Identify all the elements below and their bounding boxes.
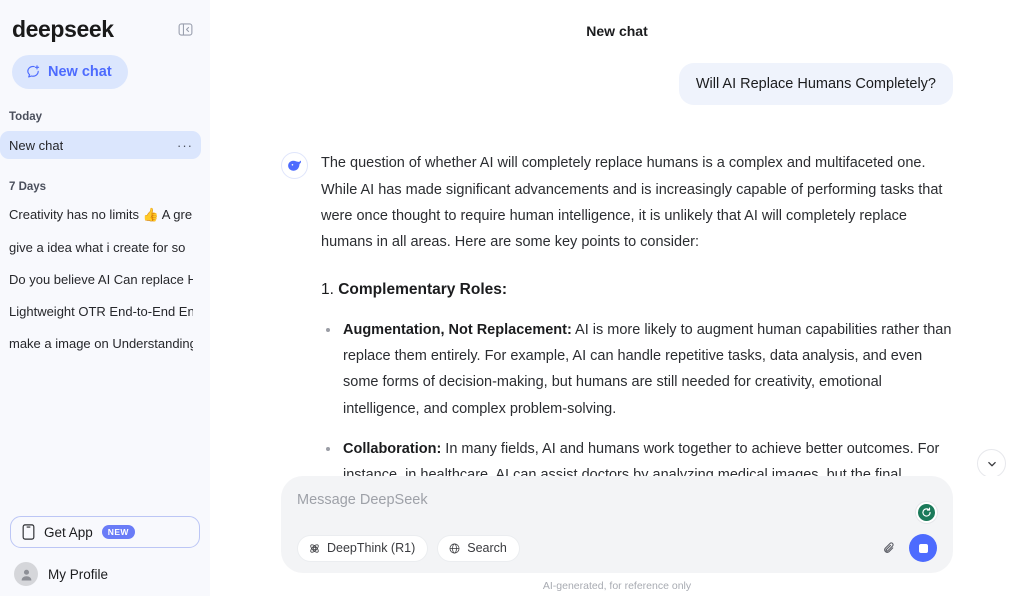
history-item-label: Lightweight OTR End-to-End Encr bbox=[9, 303, 193, 319]
get-app-label: Get App bbox=[44, 524, 93, 540]
assistant-heading-1-number: 1. bbox=[321, 280, 339, 298]
sidebar-footer: Get App NEW My Profile bbox=[0, 516, 210, 596]
page-title: New chat bbox=[586, 23, 648, 39]
bullet-term: Collaboration: bbox=[343, 441, 442, 458]
stop-square-glyph bbox=[918, 543, 928, 553]
paperclip-icon[interactable] bbox=[881, 540, 898, 557]
history-item-label: New chat bbox=[9, 137, 64, 153]
bullet-term: Augmentation, Not Replacement: bbox=[343, 321, 572, 338]
search-toggle[interactable]: Search bbox=[437, 534, 520, 562]
history-item-otr[interactable]: Lightweight OTR End-to-End Encr bbox=[0, 297, 201, 325]
composer: Message DeepSeek DeepThink (R1) Search bbox=[281, 476, 953, 573]
deepseek-logo-wordmark: deepseek bbox=[12, 16, 114, 42]
atom-icon bbox=[308, 542, 321, 555]
history-item-label: give a idea what i create for so bbox=[9, 239, 186, 255]
stop-square-icon[interactable] bbox=[909, 534, 937, 562]
sidebar: deepseek New chat Today New chat ··· 7 D… bbox=[0, 0, 210, 596]
history-item-new-chat[interactable]: New chat ··· bbox=[0, 131, 201, 159]
history-list-today: New chat ··· bbox=[0, 131, 210, 159]
history-item-label: Creativity has no limits 👍 A gre bbox=[9, 207, 193, 222]
chevron-down-icon[interactable] bbox=[977, 449, 1006, 478]
history-item-ai-replace[interactable]: Do you believe AI Can replace Hu bbox=[0, 265, 201, 293]
app-root: deepseek New chat Today New chat ··· 7 D… bbox=[0, 0, 1024, 596]
new-chat-button[interactable]: New chat bbox=[12, 55, 128, 89]
profile-label: My Profile bbox=[48, 566, 109, 582]
history-item-make-image[interactable]: make a image on Understanding t bbox=[0, 329, 201, 357]
composer-toolbar: DeepThink (R1) Search bbox=[297, 534, 937, 562]
mobile-phone-icon bbox=[22, 524, 35, 540]
assistant-intro-paragraph: The question of whether AI will complete… bbox=[321, 155, 943, 251]
new-chat-label: New chat bbox=[48, 64, 112, 80]
new-badge: NEW bbox=[101, 525, 135, 539]
history-list-7days: Creativity has no limits 👍 A gre give a … bbox=[0, 201, 210, 361]
history-item-creativity[interactable]: Creativity has no limits 👍 A gre bbox=[0, 201, 201, 229]
history-item-label: make a image on Understanding t bbox=[9, 335, 193, 351]
panel-collapse-icon[interactable] bbox=[174, 19, 196, 41]
new-chat-section: New chat bbox=[0, 41, 210, 89]
composer-area: Message DeepSeek DeepThink (R1) Search A… bbox=[210, 476, 1024, 596]
globe-icon bbox=[448, 542, 461, 555]
list-item: Augmentation, Not Replacement: AI is mor… bbox=[321, 317, 953, 423]
refresh-circle-icon[interactable] bbox=[916, 502, 937, 523]
history-section-label-7days: 7 Days bbox=[9, 181, 47, 193]
composer-actions bbox=[881, 534, 937, 562]
sidebar-header: deepseek bbox=[0, 0, 210, 41]
user-avatar-icon bbox=[14, 562, 38, 586]
chat-plus-icon bbox=[25, 64, 41, 80]
user-message-row: Will AI Replace Humans Completely? bbox=[281, 63, 953, 106]
search-label: Search bbox=[467, 541, 507, 555]
history-item-label: Do you believe AI Can replace Hu bbox=[9, 271, 193, 287]
chat-main: New chat Will AI Replace Humans Complete… bbox=[210, 0, 1024, 596]
history-item-menu-icon[interactable]: ··· bbox=[177, 138, 193, 153]
deepthink-label: DeepThink (R1) bbox=[327, 541, 416, 555]
history-item-idea[interactable]: give a idea what i create for so bbox=[0, 233, 201, 261]
assistant-heading-1-text: Complementary Roles: bbox=[338, 280, 508, 298]
history-section-label-today: Today bbox=[9, 111, 43, 123]
composer-disclaimer: AI-generated, for reference only bbox=[542, 580, 692, 592]
get-app-button[interactable]: Get App NEW bbox=[10, 516, 200, 548]
message-input[interactable]: Message DeepSeek bbox=[297, 490, 937, 532]
user-message-bubble: Will AI Replace Humans Completely? bbox=[678, 63, 953, 106]
deepthink-toggle[interactable]: DeepThink (R1) bbox=[297, 534, 429, 562]
assistant-heading-1: 1. Complementary Roles: bbox=[321, 278, 953, 303]
profile-row[interactable]: My Profile bbox=[10, 562, 200, 586]
deepseek-whale-icon bbox=[281, 152, 308, 180]
